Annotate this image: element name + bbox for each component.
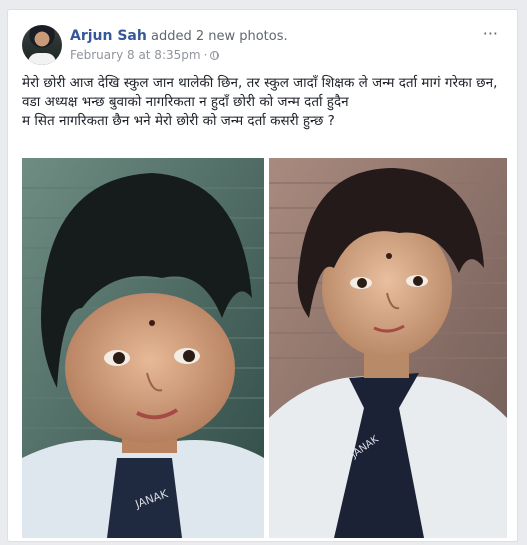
separator: ·: [203, 48, 208, 62]
avatar[interactable]: [22, 25, 62, 65]
post-timestamp-link[interactable]: February 8 at 8:35pm: [70, 48, 201, 62]
author-line: Arjun Sah added 2 new photos.: [70, 27, 450, 46]
globe-icon[interactable]: [210, 51, 220, 60]
child-portrait-photo: JANAK: [269, 158, 507, 538]
photo-grid: JANAK JANAK: [22, 158, 507, 538]
post-text-line: वडा अध्यक्ष भन्छ बुवाको नागरिकता न हुदाँ…: [22, 94, 349, 110]
author-name-link[interactable]: Arjun Sah: [70, 28, 147, 44]
more-options-icon[interactable]: ···: [483, 26, 498, 42]
timestamp-line: February 8 at 8:35pm ·: [70, 48, 450, 62]
post-text-line: म सित नागरिकता छैन भने मेरो छोरी को जन्म…: [22, 113, 335, 129]
post-header: Arjun Sah added 2 new photos. February 8…: [22, 25, 502, 69]
post-card: Arjun Sah added 2 new photos. February 8…: [7, 9, 518, 542]
post-text: मेरो छोरी आज देखि स्कुल जान थालेकी छिन, …: [22, 74, 510, 131]
post-action-text: added 2 new photos.: [150, 29, 288, 44]
photo-2[interactable]: JANAK: [269, 158, 507, 538]
child-portrait-photo: JANAK: [22, 158, 264, 538]
post-meta: Arjun Sah added 2 new photos. February 8…: [70, 27, 450, 62]
post-text-line: मेरो छोरी आज देखि स्कुल जान थालेकी छिन, …: [22, 75, 498, 91]
photo-1[interactable]: JANAK: [22, 158, 264, 538]
